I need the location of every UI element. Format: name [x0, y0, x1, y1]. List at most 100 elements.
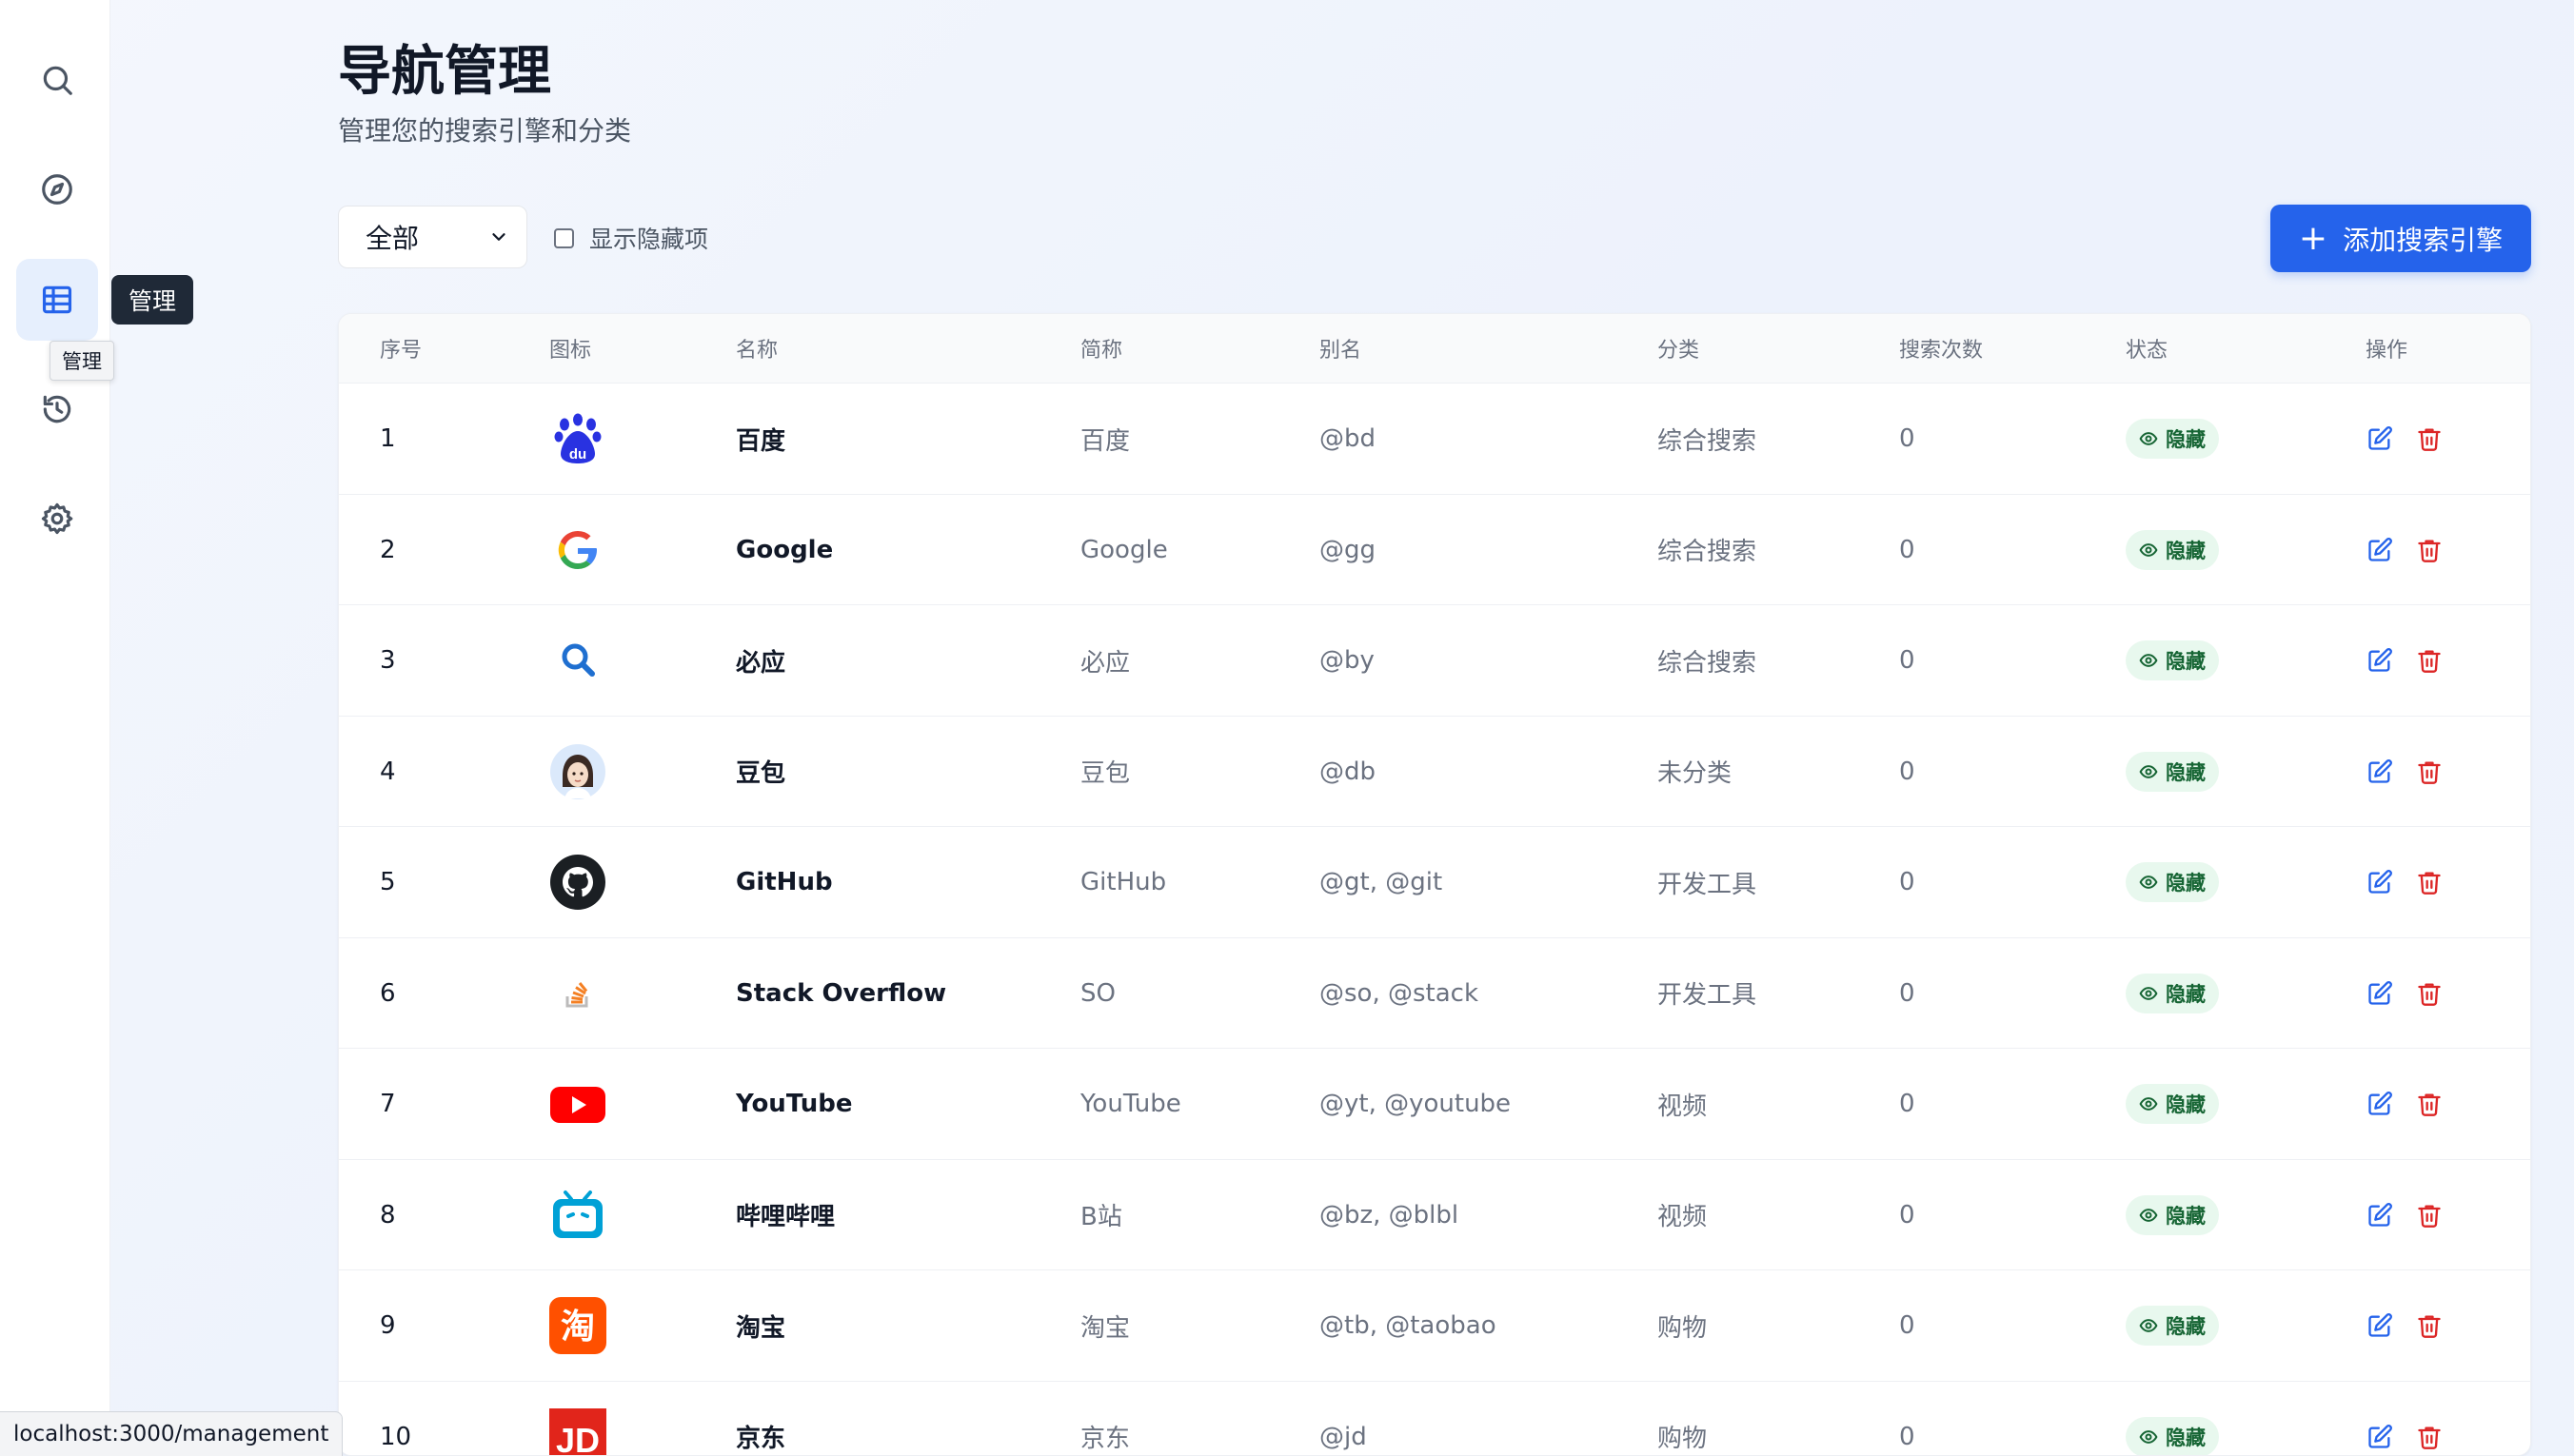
- row-icon-cell: 淘: [549, 1270, 606, 1381]
- sidebar-item-management[interactable]: [16, 259, 98, 341]
- compass-icon: [42, 174, 72, 205]
- status-badge[interactable]: 隐藏: [2126, 640, 2219, 680]
- row-alias: @bz, @blbl: [1319, 1200, 1459, 1230]
- row-search-count: 0: [1899, 1200, 1915, 1230]
- row-index: 2: [380, 535, 396, 564]
- status-badge[interactable]: 隐藏: [2126, 1084, 2219, 1124]
- row-icon-cell: [549, 605, 606, 716]
- row-name: YouTube: [736, 1090, 853, 1118]
- row-index: 5: [380, 868, 396, 896]
- status-badge[interactable]: 隐藏: [2126, 529, 2219, 570]
- row-status-cell: 隐藏: [2126, 827, 2219, 937]
- row-actions: [2366, 717, 2444, 827]
- history-icon: [43, 395, 71, 423]
- row-actions: [2366, 1160, 2444, 1270]
- trash-icon[interactable]: [2415, 1311, 2444, 1340]
- row-actions: [2366, 1049, 2444, 1159]
- row-search-count: 0: [1899, 535, 1915, 564]
- edit-icon[interactable]: [2366, 979, 2394, 1008]
- status-label: 隐藏: [2166, 760, 2206, 784]
- youtube-icon: [549, 1075, 606, 1132]
- edit-icon[interactable]: [2366, 1423, 2394, 1451]
- trash-icon[interactable]: [2415, 424, 2444, 453]
- hover-tooltip: 管理: [50, 341, 114, 381]
- jd-icon: JD: [549, 1407, 606, 1455]
- column-header-alias: 别名: [1319, 339, 1362, 363]
- search-icon: [43, 66, 72, 95]
- sidebar-tooltip: 管理: [111, 275, 194, 325]
- column-header-actions: 操作: [2366, 339, 2408, 363]
- row-name: 必应: [736, 648, 786, 678]
- row-search-count: 0: [1899, 424, 1915, 453]
- edit-icon[interactable]: [2366, 1201, 2394, 1230]
- edit-icon[interactable]: [2366, 424, 2394, 453]
- edit-icon[interactable]: [2366, 1311, 2394, 1340]
- status-badge[interactable]: 隐藏: [2126, 973, 2219, 1013]
- trash-icon[interactable]: [2415, 979, 2444, 1008]
- status-badge[interactable]: 隐藏: [2126, 419, 2219, 459]
- column-header-index: 序号: [380, 339, 423, 363]
- trash-icon[interactable]: [2415, 1090, 2444, 1118]
- column-header-category: 分类: [1657, 339, 1700, 363]
- bilibili-icon: [549, 1187, 606, 1244]
- show-hidden-toggle[interactable]: 显示隐藏项: [554, 221, 708, 255]
- category-select-value: 全部: [366, 223, 420, 254]
- trash-icon[interactable]: [2415, 646, 2444, 675]
- github-icon: [549, 854, 606, 911]
- category-select[interactable]: 全部: [338, 206, 527, 268]
- add-search-engine-label: 添加搜索引擎: [2343, 224, 2504, 256]
- row-short-name: 京东: [1080, 1425, 1131, 1453]
- row-search-count: 0: [1899, 757, 1915, 786]
- table-icon: [42, 285, 72, 314]
- baidu-icon: du: [549, 410, 606, 467]
- row-icon-cell: [549, 495, 606, 605]
- row-short-name: Google: [1080, 535, 1168, 564]
- row-short-name: 必应: [1080, 648, 1131, 678]
- row-icon-cell: [549, 717, 606, 827]
- status-badge[interactable]: 隐藏: [2126, 862, 2219, 902]
- row-status-cell: 隐藏: [2126, 384, 2219, 494]
- show-hidden-checkbox[interactable]: [554, 227, 574, 248]
- trash-icon[interactable]: [2415, 758, 2444, 786]
- row-short-name: SO: [1080, 978, 1116, 1008]
- table-row: 3 必应 必应 @by 综合搜索 0 隐藏: [339, 604, 2530, 715]
- trash-icon[interactable]: [2415, 868, 2444, 896]
- row-status-cell: 隐藏: [2126, 1160, 2219, 1270]
- sidebar-item-settings[interactable]: [16, 478, 98, 560]
- trash-icon[interactable]: [2415, 1201, 2444, 1230]
- row-name: Google: [736, 535, 834, 564]
- edit-icon[interactable]: [2366, 536, 2394, 564]
- edit-icon[interactable]: [2366, 1090, 2394, 1118]
- row-category: 未分类: [1657, 759, 1732, 788]
- row-category: 购物: [1657, 1425, 1708, 1453]
- edit-icon[interactable]: [2366, 646, 2394, 675]
- row-index: 10: [380, 1422, 412, 1451]
- row-category: 视频: [1657, 1092, 1708, 1121]
- engine-table: 序号 图标 名称 简称 别名 分类 搜索次数 状态 操作 1 du 百度 百度 @bd 综…: [338, 313, 2531, 1456]
- eye-icon: [2139, 541, 2158, 560]
- row-alias: @gt, @git: [1319, 868, 1443, 896]
- chevron-down-icon: [492, 233, 505, 241]
- edit-icon[interactable]: [2366, 868, 2394, 896]
- sidebar-item-search[interactable]: [16, 39, 98, 121]
- status-badge[interactable]: 隐藏: [2126, 1416, 2219, 1455]
- row-search-count: 0: [1899, 868, 1915, 896]
- row-icon-cell: [549, 1160, 606, 1270]
- status-label: 隐藏: [2166, 982, 2206, 1006]
- status-badge[interactable]: 隐藏: [2126, 1194, 2219, 1235]
- row-status-cell: 隐藏: [2126, 1049, 2219, 1159]
- sidebar-item-explore[interactable]: [16, 148, 98, 230]
- trash-icon[interactable]: [2415, 536, 2444, 564]
- status-label: 隐藏: [2166, 539, 2206, 562]
- add-search-engine-button[interactable]: + 添加搜索引擎: [2270, 205, 2531, 272]
- page-subtitle: 管理您的搜索引擎和分类: [338, 115, 632, 147]
- row-name: 淘宝: [736, 1313, 786, 1343]
- table-row: 1 du 百度 百度 @bd 综合搜索 0 隐藏: [339, 383, 2530, 493]
- table-row: 4 豆包 豆包 @db 未分类 0 隐藏: [339, 715, 2530, 827]
- edit-icon[interactable]: [2366, 758, 2394, 786]
- status-badge[interactable]: 隐藏: [2126, 751, 2219, 792]
- status-badge[interactable]: 隐藏: [2126, 1306, 2219, 1346]
- trash-icon[interactable]: [2415, 1423, 2444, 1451]
- show-hidden-label: 显示隐藏项: [589, 226, 709, 253]
- row-short-name: GitHub: [1080, 868, 1167, 896]
